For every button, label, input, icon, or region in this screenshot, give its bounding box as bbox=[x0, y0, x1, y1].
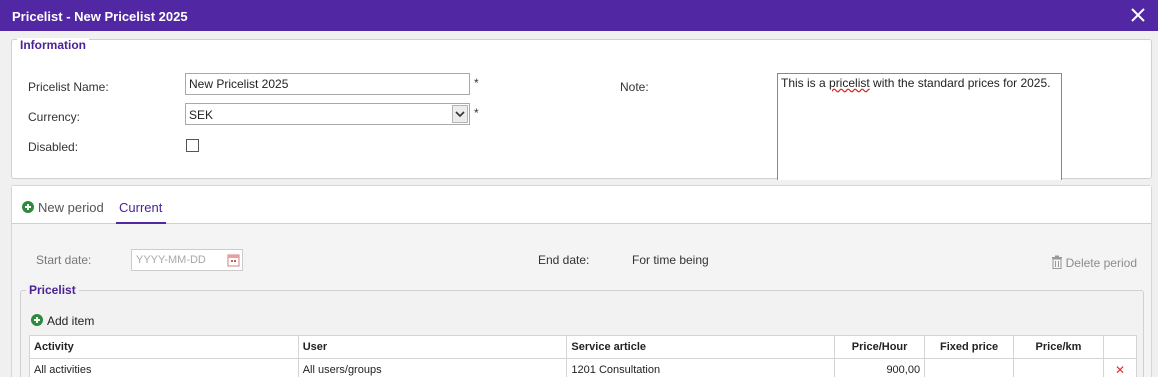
period-panel: New period Current Start date: YYYY-MM-D… bbox=[11, 185, 1152, 377]
start-date-input[interactable]: YYYY-MM-DD bbox=[131, 249, 243, 271]
end-date-value: For time being bbox=[632, 253, 709, 267]
column-header-activity[interactable]: Activity bbox=[29, 335, 299, 359]
chevron-down-icon[interactable] bbox=[452, 105, 468, 123]
pricelist-table: Activity User Service article Price/Hour… bbox=[29, 335, 1138, 377]
plus-circle-icon bbox=[31, 314, 43, 326]
pricelist-legend: Pricelist bbox=[26, 283, 79, 297]
plus-circle-icon bbox=[22, 201, 34, 213]
currency-label: Currency: bbox=[28, 110, 81, 124]
note-text-start: This is a bbox=[781, 76, 830, 90]
column-header-fixed-price[interactable]: Fixed price bbox=[924, 335, 1015, 359]
tab-new-period-label: New period bbox=[38, 200, 104, 215]
title-bar: Pricelist - New Pricelist 2025 bbox=[0, 0, 1158, 31]
delete-row-icon[interactable]: ✕ bbox=[1102, 358, 1138, 377]
add-item-button[interactable]: Add item bbox=[31, 314, 94, 328]
pricelist-section: Pricelist Add item Activity User Service… bbox=[20, 283, 1144, 377]
cell-activity[interactable]: All activities bbox=[29, 358, 299, 377]
end-date-label: End date: bbox=[538, 253, 590, 267]
pricelist-name-input[interactable] bbox=[185, 73, 470, 95]
note-text-end: with the standard prices for 2025. bbox=[869, 76, 1051, 90]
information-legend: Information bbox=[17, 38, 89, 52]
currency-value: SEK bbox=[189, 108, 214, 122]
cell-fixed-price[interactable] bbox=[924, 358, 1015, 377]
active-tab-indicator bbox=[116, 222, 166, 224]
required-marker: * bbox=[474, 106, 479, 120]
trash-icon bbox=[1051, 255, 1062, 269]
delete-period-button[interactable]: Delete period bbox=[1051, 255, 1137, 270]
cell-user[interactable]: All users/groups bbox=[297, 358, 568, 377]
currency-select[interactable]: SEK bbox=[185, 103, 470, 125]
note-label: Note: bbox=[620, 80, 649, 94]
cell-service-article[interactable]: 1201 Consultation bbox=[566, 358, 836, 377]
disabled-checkbox[interactable] bbox=[186, 139, 199, 152]
column-header-price-hour[interactable]: Price/Hour bbox=[834, 335, 926, 359]
note-misspelled-word: pricelist bbox=[829, 76, 870, 90]
required-marker: * bbox=[474, 76, 479, 90]
column-header-service-article[interactable]: Service article bbox=[566, 335, 836, 359]
tab-current[interactable]: Current bbox=[119, 200, 162, 215]
table-header-row: Activity User Service article Price/Hour… bbox=[29, 335, 1138, 359]
cell-price-hour[interactable]: 900,00 bbox=[834, 358, 926, 377]
column-header-user[interactable]: User bbox=[297, 335, 568, 359]
table-row[interactable]: All activities All users/groups 1201 Con… bbox=[29, 358, 1138, 377]
start-date-placeholder: YYYY-MM-DD bbox=[136, 254, 206, 266]
window-title: Pricelist - New Pricelist 2025 bbox=[12, 9, 188, 24]
column-header-price-km[interactable]: Price/km bbox=[1013, 335, 1104, 359]
column-header-actions bbox=[1102, 335, 1138, 359]
calendar-icon[interactable] bbox=[227, 253, 240, 267]
note-textarea[interactable]: This is a pricelist with the standard pr… bbox=[777, 73, 1062, 180]
period-tabs: New period Current bbox=[12, 186, 1151, 224]
dialog-body: Information Pricelist Name: * Currency: … bbox=[0, 31, 1158, 377]
close-icon[interactable] bbox=[1128, 5, 1148, 25]
pricelist-name-label: Pricelist Name: bbox=[28, 80, 109, 94]
start-date-label: Start date: bbox=[36, 253, 92, 267]
disabled-label: Disabled: bbox=[28, 140, 79, 154]
delete-period-label: Delete period bbox=[1065, 256, 1137, 270]
tab-new-period[interactable]: New period bbox=[22, 200, 104, 215]
information-section: Information Pricelist Name: * Currency: … bbox=[11, 38, 1152, 180]
cell-price-km[interactable] bbox=[1013, 358, 1104, 377]
add-item-label: Add item bbox=[47, 314, 95, 328]
